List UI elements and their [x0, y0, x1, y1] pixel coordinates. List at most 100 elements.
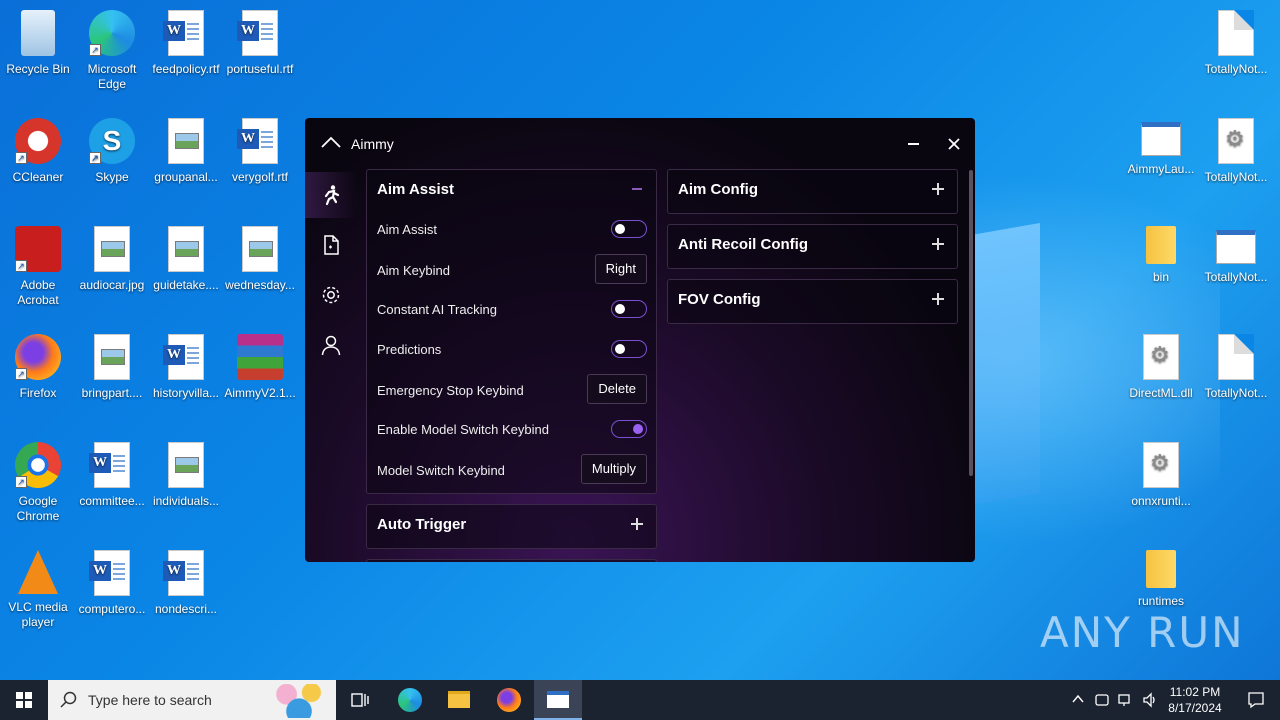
volume-icon[interactable] [1142, 692, 1158, 708]
desktop-icon-guidetake[interactable]: guidetake.... [148, 222, 224, 293]
app-window-icon [1216, 230, 1256, 264]
desktop-icon-bringpart[interactable]: bringpart.... [74, 330, 150, 401]
expand-plus-icon[interactable] [630, 517, 644, 531]
enable-model-switch-toggle[interactable] [611, 420, 647, 438]
desktop-icon-firefox[interactable]: ↗ Firefox [0, 330, 76, 401]
desktop-icon-vlc[interactable]: VLC media player [0, 546, 76, 630]
row-constant-ai-tracking: Constant AI Tracking [377, 296, 647, 322]
desktop-icon-edge[interactable]: ↗ Microsoft Edge [74, 6, 150, 92]
taskbar-search[interactable]: Type here to search [48, 680, 336, 720]
fov-config-panel[interactable]: FOV Config [667, 279, 958, 324]
nav-user[interactable] [305, 322, 357, 368]
row-model-switch-keybind: Model Switch Keybind Multiply [377, 454, 647, 484]
row-predictions: Predictions [377, 336, 647, 362]
app-window-icon [547, 691, 569, 708]
desktop-icon-totallynot-1[interactable]: TotallyNot... [1198, 6, 1274, 77]
desktop-icon-runtimes[interactable]: runtimes [1123, 546, 1199, 609]
taskbar-file-explorer[interactable] [435, 680, 483, 720]
collapse-icon[interactable] [632, 188, 642, 190]
expand-plus-icon[interactable] [931, 182, 945, 196]
folder-icon [1146, 550, 1176, 588]
anti-recoil-config-panel[interactable]: Anti Recoil Config [667, 224, 958, 269]
desktop-icon-verygolf[interactable]: W verygolf.rtf [222, 114, 298, 185]
desktop-icon-recycle-bin[interactable]: Recycle Bin [0, 6, 76, 77]
side-nav [305, 172, 357, 562]
model-switch-keybind-button[interactable]: Multiply [580, 454, 647, 484]
task-view-button[interactable] [336, 680, 384, 720]
desktop-icon-skype[interactable]: S ↗ Skype [74, 114, 150, 185]
image-file-icon [94, 334, 130, 380]
blank-file-icon [1218, 10, 1254, 56]
word-doc-icon: W [89, 550, 130, 596]
row-aim-assist: Aim Assist [377, 216, 647, 242]
taskbar-aimmy[interactable] [534, 680, 582, 720]
desktop-icon-committee[interactable]: W committee... [74, 438, 150, 509]
gear-icon [322, 286, 340, 304]
auto-trigger-heading: Auto Trigger [377, 516, 467, 533]
predictions-toggle[interactable] [611, 340, 647, 358]
start-button[interactable] [0, 680, 48, 720]
desktop-icon-individuals[interactable]: individuals... [148, 438, 224, 509]
file-icon [324, 235, 339, 255]
firefox-icon [497, 688, 521, 712]
title-bar[interactable]: Aimmy [305, 118, 975, 168]
expand-plus-icon[interactable] [931, 237, 945, 251]
desktop-icon-directml[interactable]: ⚙ DirectML.dll [1123, 330, 1199, 401]
taskbar-edge[interactable] [386, 680, 434, 720]
search-placeholder: Type here to search [88, 692, 212, 708]
desktop-icon-audiocar[interactable]: audiocar.jpg [74, 222, 150, 293]
desktop-icon-feedpolicy[interactable]: W feedpolicy.rtf [148, 6, 224, 77]
desktop-icon-bin[interactable]: bin [1123, 222, 1199, 285]
taskbar-clock[interactable]: 11:02 PM 8/17/2024 [1160, 684, 1230, 716]
desktop-icon-nondescri[interactable]: W nondescri... [148, 546, 224, 617]
desktop-icon-aimmylau[interactable]: AimmyLau... [1123, 114, 1199, 177]
desktop-icon-historyvilla[interactable]: W historyvilla... [148, 330, 224, 401]
gear-file-icon: ⚙ [1143, 442, 1179, 488]
desktop-icon-totallynot-3[interactable]: TotallyNot... [1198, 222, 1274, 285]
search-highlight-icon [268, 684, 330, 718]
word-doc-icon: W [163, 334, 204, 380]
close-icon[interactable] [943, 133, 965, 155]
nav-aim-assist[interactable] [305, 172, 357, 218]
desktop-icon-portuseful[interactable]: W portuseful.rtf [222, 6, 298, 77]
notifications-button[interactable] [1232, 680, 1280, 720]
chevron-up-icon[interactable] [321, 136, 341, 148]
constant-ai-tracking-toggle[interactable] [611, 300, 647, 318]
aim-keybind-button[interactable]: Right [594, 254, 647, 284]
search-icon [60, 691, 77, 708]
vlc-icon [18, 550, 58, 594]
desktop-icon-onnxrunti[interactable]: ⚙ onnxrunti... [1123, 438, 1199, 509]
network-icon[interactable] [1118, 692, 1134, 708]
folder-icon [448, 691, 470, 708]
scrollbar[interactable] [969, 170, 973, 476]
word-doc-icon: W [163, 10, 204, 56]
desktop-icon-aimmyv2[interactable]: AimmyV2.1... [222, 330, 298, 401]
aim-config-panel[interactable]: Aim Config [667, 169, 958, 214]
chevron-up-icon[interactable] [1072, 694, 1084, 704]
emergency-stop-keybind-button[interactable]: Delete [587, 374, 647, 404]
aim-config-heading: Aim Config [678, 181, 758, 198]
desktop-icon-groupanal[interactable]: groupanal... [148, 114, 224, 185]
nav-settings[interactable] [305, 272, 357, 318]
taskbar-firefox[interactable] [485, 680, 533, 720]
aim-assist-toggle[interactable] [611, 220, 647, 238]
desktop-icon-wednesday[interactable]: wednesday... [222, 222, 298, 293]
anti-recoil-config-heading: Anti Recoil Config [678, 236, 808, 253]
row-aim-keybind: Aim Keybind Right [377, 254, 647, 284]
image-file-icon [168, 118, 204, 164]
anyrun-watermark: ANY RUN [1040, 608, 1245, 657]
meet-now-icon[interactable] [1094, 692, 1110, 708]
fov-config-heading: FOV Config [678, 291, 761, 308]
minimize-button[interactable] [903, 134, 923, 154]
desktop-icon-ccleaner[interactable]: ↗ CCleaner [0, 114, 76, 185]
desktop-icon-totallynot-2[interactable]: ⚙ TotallyNot... [1198, 114, 1274, 185]
desktop-icon-totallynot-4[interactable]: TotallyNot... [1198, 330, 1274, 401]
desktop-icon-chrome[interactable]: ↗ Google Chrome [0, 438, 76, 524]
desktop-icon-computero[interactable]: W computero... [74, 546, 150, 617]
auto-trigger-panel[interactable]: Auto Trigger [366, 504, 657, 549]
folder-icon [1146, 226, 1176, 264]
desktop-icon-acrobat[interactable]: ↗ Adobe Acrobat [0, 222, 76, 308]
word-doc-icon: W [237, 10, 278, 56]
expand-plus-icon[interactable] [931, 292, 945, 306]
nav-files[interactable] [305, 222, 357, 268]
